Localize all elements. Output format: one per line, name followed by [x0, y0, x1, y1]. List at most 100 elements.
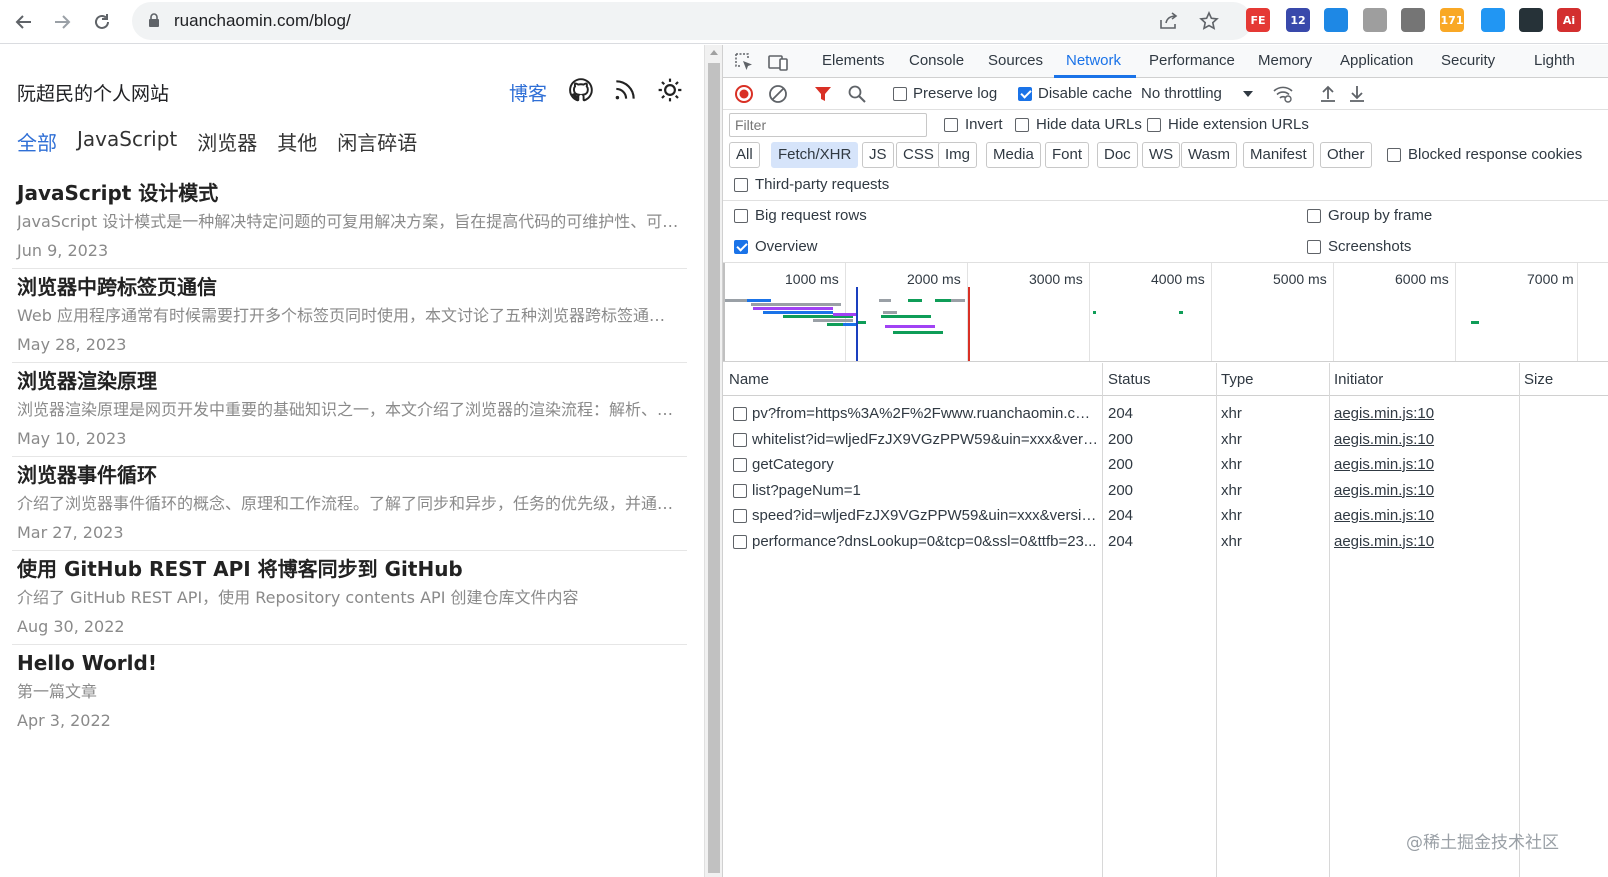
checkbox-icon[interactable]	[1307, 239, 1321, 254]
table-row[interactable]: getCategory 200 xhr aegis.min.js:10	[723, 452, 1608, 477]
github-icon[interactable]	[568, 77, 594, 103]
table-row[interactable]: speed?id=wljedFzJX9VGzPPW59&uin=xxx&vers…	[723, 503, 1608, 528]
tab-network[interactable]: Network	[1066, 52, 1121, 69]
checkbox-checked-icon[interactable]	[734, 239, 748, 254]
hide-extension-urls-checkbox[interactable]: Hide extension URLs	[1147, 116, 1309, 133]
hexagon-extension-icon[interactable]	[1519, 8, 1543, 32]
fe-extension-icon[interactable]: FE	[1246, 8, 1270, 32]
type-filter-img[interactable]: Img	[938, 142, 978, 168]
page-scrollbar[interactable]	[704, 45, 722, 877]
invert-checkbox[interactable]: Invert	[944, 116, 1003, 133]
post-title[interactable]: Hello World!	[17, 648, 682, 678]
disable-cache-checkbox[interactable]: Disable cache	[1018, 85, 1132, 102]
request-name[interactable]: pv?from=https%3A%2F%2Fwww.ruanchaomin.co…	[752, 405, 1098, 422]
forward-icon[interactable]	[48, 8, 76, 36]
column-header-type[interactable]: Type	[1221, 371, 1254, 388]
throttling-select[interactable]: No throttling	[1141, 85, 1254, 102]
overview-checkbox[interactable]: Overview	[734, 238, 818, 255]
export-har-icon[interactable]	[1346, 83, 1368, 105]
column-header-size[interactable]: Size	[1524, 371, 1553, 388]
record-stop-icon[interactable]	[733, 83, 755, 105]
checkbox-icon[interactable]	[1015, 117, 1029, 132]
post-item[interactable]: 浏览器中跨标签页通信 Web 应用程序通常有时候需要打开多个标签页同时使用，本文讨…	[12, 269, 687, 363]
row-checkbox[interactable]	[733, 534, 747, 549]
request-initiator-link[interactable]: aegis.min.js:10	[1334, 456, 1514, 473]
clear-icon[interactable]	[767, 83, 789, 105]
category-tab[interactable]: 闲言碎语	[337, 127, 417, 156]
tab-elements[interactable]: Elements	[822, 52, 885, 69]
post-item[interactable]: 浏览器事件循环 介绍了浏览器事件循环的概念、原理和工作流程。了解了同步和异步，任务…	[12, 457, 687, 551]
type-filter-doc[interactable]: Doc	[1097, 142, 1138, 168]
request-name[interactable]: performance?dnsLookup=0&tcp=0&ssl=0&ttfb…	[752, 533, 1098, 550]
checkbox-icon[interactable]	[1147, 117, 1161, 132]
type-filter-font[interactable]: Font	[1045, 142, 1090, 168]
request-name[interactable]: speed?id=wljedFzJX9VGzPPW59&uin=xxx&vers…	[752, 507, 1098, 524]
row-checkbox[interactable]	[733, 483, 747, 498]
type-filter-all[interactable]: All	[729, 142, 760, 168]
row-checkbox[interactable]	[733, 458, 747, 472]
device-toolbar-icon[interactable]	[767, 51, 789, 73]
rss-icon[interactable]	[612, 77, 638, 103]
nav-blog-link[interactable]: 博客	[509, 79, 547, 106]
filter-input[interactable]	[729, 113, 927, 137]
ai-extension-icon[interactable]: Ai	[1557, 8, 1581, 32]
rss-extension-icon[interactable]: 171	[1440, 8, 1464, 32]
post-title[interactable]: 浏览器事件循环	[17, 460, 682, 490]
category-tab[interactable]: JavaScript	[77, 127, 177, 156]
hide-data-urls-checkbox[interactable]: Hide data URLs	[1015, 116, 1142, 133]
post-title[interactable]: 浏览器中跨标签页通信	[17, 272, 682, 302]
row-checkbox[interactable]	[733, 407, 747, 421]
url-text[interactable]: ruanchaomin.com/blog/	[174, 11, 351, 31]
tab-security[interactable]: Security	[1441, 52, 1495, 69]
overview-left-handle[interactable]	[723, 263, 725, 361]
post-item[interactable]: 浏览器渲染原理 浏览器渲染原理是网页开发中重要的基础知识之一，本文介绍了浏览器的渲…	[12, 363, 687, 457]
third-party-checkbox[interactable]: Third-party requests	[734, 176, 889, 193]
column-header-status[interactable]: Status	[1108, 371, 1151, 388]
network-overview-timeline[interactable]: 1000 ms 2000 ms 3000 ms 4000 ms 5000 ms 6000 …	[723, 262, 1608, 362]
back-icon[interactable]	[10, 8, 38, 36]
request-initiator-link[interactable]: aegis.min.js:10	[1334, 533, 1514, 550]
post-title[interactable]: JavaScript 设计模式	[17, 178, 682, 208]
graduation-cap-extension-icon[interactable]: 12	[1286, 8, 1310, 32]
checkbox-icon[interactable]	[1387, 147, 1401, 162]
theme-sun-icon[interactable]	[657, 77, 683, 103]
blocked-cookies-checkbox[interactable]: Blocked response cookies	[1387, 146, 1582, 163]
checkbox-icon[interactable]	[893, 86, 907, 101]
column-header-name[interactable]: Name	[729, 371, 769, 388]
request-initiator-link[interactable]: aegis.min.js:10	[1334, 431, 1514, 448]
inspect-element-icon[interactable]	[733, 51, 755, 73]
screenshots-checkbox[interactable]: Screenshots	[1307, 238, 1411, 255]
share-icon[interactable]	[1158, 10, 1180, 32]
table-row[interactable]: performance?dnsLookup=0&tcp=0&ssl=0&ttfb…	[723, 529, 1608, 554]
scroll-up-arrow-icon[interactable]	[710, 50, 718, 55]
vue-devtools-extension-icon[interactable]	[1324, 8, 1348, 32]
circle-extension-icon[interactable]	[1363, 8, 1387, 32]
request-initiator-link[interactable]: aegis.min.js:10	[1334, 482, 1514, 499]
request-initiator-link[interactable]: aegis.min.js:10	[1334, 507, 1514, 524]
import-har-icon[interactable]	[1317, 83, 1339, 105]
tab-memory[interactable]: Memory	[1258, 52, 1312, 69]
post-item[interactable]: 使用 GitHub REST API 将博客同步到 GitHub 介绍了 GitH…	[12, 551, 687, 645]
filter-funnel-icon[interactable]	[812, 83, 834, 105]
stack-extension-icon[interactable]	[1481, 8, 1505, 32]
site-title[interactable]: 阮超民的个人网站	[17, 79, 169, 106]
preserve-log-checkbox[interactable]: Preserve log	[893, 85, 997, 102]
type-filter-other[interactable]: Other	[1320, 142, 1372, 168]
checkbox-icon[interactable]	[1307, 208, 1321, 223]
tab-sources[interactable]: Sources	[988, 52, 1043, 69]
column-header-initiator[interactable]: Initiator	[1334, 371, 1383, 388]
table-row[interactable]: list?pageNum=1 200 xhr aegis.min.js:10	[723, 478, 1608, 503]
row-checkbox[interactable]	[733, 509, 747, 523]
type-filter-ws[interactable]: WS	[1142, 142, 1181, 168]
category-tab[interactable]: 全部	[17, 127, 57, 156]
table-row[interactable]: pv?from=https%3A%2F%2Fwww.ruanchaomin.co…	[723, 401, 1608, 426]
checkbox-icon[interactable]	[944, 117, 958, 132]
table-row[interactable]: whitelist?id=wljedFzJX9VGzPPW59&uin=xxx&…	[723, 427, 1608, 452]
big-request-rows-checkbox[interactable]: Big request rows	[734, 207, 867, 224]
tab-application[interactable]: Application	[1340, 52, 1413, 69]
category-tab[interactable]: 其他	[277, 127, 317, 156]
type-filter-manifest[interactable]: Manifest	[1243, 142, 1314, 168]
category-tab[interactable]: 浏览器	[197, 127, 257, 156]
search-icon[interactable]	[846, 83, 868, 105]
network-conditions-icon[interactable]	[1272, 83, 1294, 105]
